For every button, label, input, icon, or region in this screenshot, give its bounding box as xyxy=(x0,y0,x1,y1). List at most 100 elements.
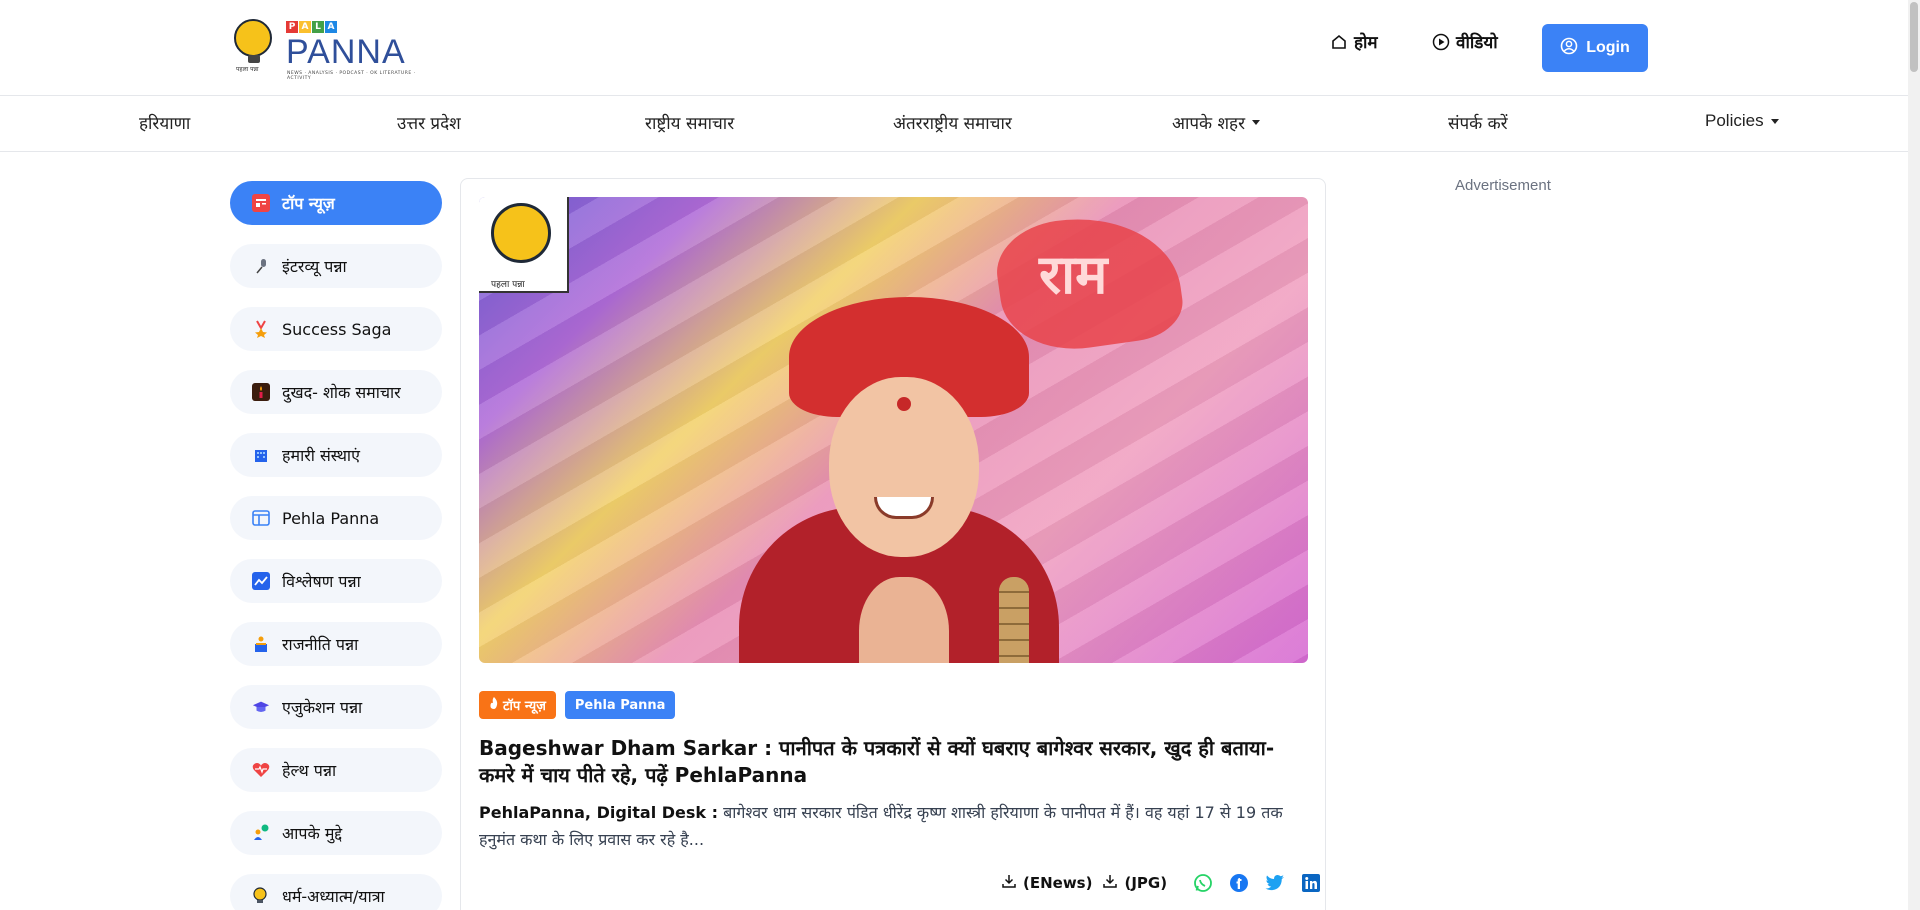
newspaper-icon xyxy=(252,194,270,212)
microphone-icon xyxy=(252,257,270,275)
nav-video-link[interactable]: वीडियो xyxy=(1432,30,1498,53)
fire-icon xyxy=(489,696,499,714)
category-contact[interactable]: संपर्क करें xyxy=(1448,111,1508,134)
article-hero-image[interactable]: राम पहला पन्ना xyxy=(479,197,1308,663)
sidebar-item-condolence-news[interactable]: दुखद- शोक समाचार xyxy=(230,370,442,414)
category-label: हरियाणा xyxy=(139,114,191,134)
download-jpg-label: (JPG) xyxy=(1124,874,1168,892)
layout-icon xyxy=(252,509,270,527)
sidebar-item-your-issues[interactable]: आपके मुद्दे xyxy=(230,811,442,855)
building-icon xyxy=(252,446,270,464)
play-circle-icon xyxy=(1432,33,1450,51)
page-scrollbar[interactable] xyxy=(1908,0,1920,910)
linkedin-icon[interactable] xyxy=(1301,873,1321,893)
sidebar-item-label: हेल्थ पन्ना xyxy=(282,761,337,780)
login-button[interactable]: Login xyxy=(1542,24,1648,72)
category-your-city-dropdown[interactable]: आपके शहर xyxy=(1172,111,1261,134)
category-label: संपर्क करें xyxy=(1448,114,1508,134)
lamp-icon xyxy=(252,887,270,905)
download-enews-label: (ENews) xyxy=(1023,874,1093,892)
tag-label: Pehla Panna xyxy=(574,697,666,713)
sidebar-item-politics[interactable]: राजनीति पन्ना xyxy=(230,622,442,666)
tag-pehla-panna[interactable]: Pehla Panna xyxy=(564,691,676,719)
logo-letter: P xyxy=(286,21,298,33)
sidebar-item-religion-travel[interactable]: धर्म-अध्यात्म/यात्रा xyxy=(230,874,442,910)
sidebar-item-our-institutions[interactable]: हमारी संस्थाएं xyxy=(230,433,442,477)
sidebar-item-label: राजनीति पन्ना xyxy=(282,635,359,654)
advertisement-label: Advertisement xyxy=(1455,177,1551,194)
article-actions: (ENews) (JPG) xyxy=(1001,873,1321,893)
tag-label: टॉप न्यूज़ xyxy=(503,699,546,714)
sidebar-item-education[interactable]: एजुकेशन पन्ना xyxy=(230,685,442,729)
bulb-icon xyxy=(491,203,551,263)
logo-letter: L xyxy=(312,21,324,33)
person-tilak xyxy=(897,397,911,411)
sidebar-item-pehla-panna[interactable]: Pehla Panna xyxy=(230,496,442,540)
login-label: Login xyxy=(1586,39,1630,56)
home-icon xyxy=(1330,33,1348,51)
tag-top-news[interactable]: टॉप न्यूज़ xyxy=(479,691,556,719)
category-international-news[interactable]: अंतरराष्ट्रीय समाचार xyxy=(893,111,1012,134)
person-beads xyxy=(999,577,1029,663)
hero-person xyxy=(709,257,1069,663)
nav-video-label: वीडियो xyxy=(1456,33,1498,53)
site-header: पहला पन्ना P A L A PANNA NEWS · ANALYSIS… xyxy=(0,0,1920,96)
nav-home-link[interactable]: होम xyxy=(1330,30,1378,53)
nav-home-label: होम xyxy=(1354,33,1378,53)
category-policies-dropdown[interactable]: Policies xyxy=(1705,111,1779,131)
sidebar-item-analysis[interactable]: विश्लेषण पन्ना xyxy=(230,559,442,603)
sidebar-item-label: आपके मुद्दे xyxy=(282,824,343,843)
sidebar-item-label: एजुकेशन पन्ना xyxy=(282,698,363,717)
article-summary: PehlaPanna, Digital Desk : बागेश्वर धाम … xyxy=(479,799,1309,853)
sidebar-item-interview[interactable]: इंटरव्यू पन्ना xyxy=(230,244,442,288)
download-icon xyxy=(1001,873,1017,893)
bulb-icon xyxy=(234,19,272,63)
category-label: अंतरराष्ट्रीय समाचार xyxy=(893,114,1012,134)
facebook-icon[interactable] xyxy=(1229,873,1249,893)
sidebar-item-success-saga[interactable]: Success Saga xyxy=(230,307,442,351)
candle-icon xyxy=(252,383,270,401)
sidebar-item-label: टॉप न्यूज़ xyxy=(282,194,335,213)
chart-icon xyxy=(252,572,270,590)
sidebar-item-label: दुखद- शोक समाचार xyxy=(282,383,401,402)
site-logo[interactable]: पहला पन्ना P A L A PANNA NEWS · ANALYSIS… xyxy=(230,15,420,81)
sidebar-item-label: Pehla Panna xyxy=(282,508,380,528)
sidebar-item-health[interactable]: हेल्थ पन्ना xyxy=(230,748,442,792)
sidebar-item-label: धर्म-अध्यात्म/यात्रा xyxy=(282,887,385,906)
logo-tagline: NEWS · ANALYSIS · PODCAST · OK LITERATUR… xyxy=(287,71,416,81)
logo-text: PANNA xyxy=(286,33,406,71)
download-icon xyxy=(1102,873,1118,893)
people-icon xyxy=(252,824,270,842)
sidebar-item-label: इंटरव्यू पन्ना xyxy=(282,257,347,276)
sidebar-item-top-news[interactable]: टॉप न्यूज़ xyxy=(230,181,442,225)
podium-icon xyxy=(252,635,270,653)
article-title[interactable]: Bageshwar Dham Sarkar : पानीपत के पत्रका… xyxy=(479,735,1309,789)
sidebar-item-label: Success Saga xyxy=(282,319,392,339)
caret-down-icon xyxy=(1770,118,1779,124)
article-byline: PehlaPanna, Digital Desk : xyxy=(479,803,719,822)
category-label: राष्ट्रीय समाचार xyxy=(645,114,735,134)
logo-small-text: पहला पन्ना xyxy=(236,66,259,73)
logo-letter: A xyxy=(299,21,311,33)
category-label: आपके शहर xyxy=(1172,114,1246,134)
scrollbar-thumb[interactable] xyxy=(1910,2,1918,72)
graduation-cap-icon xyxy=(252,698,270,716)
logo-letter: A xyxy=(325,21,337,33)
category-uttar-pradesh[interactable]: उत्तर प्रदेश xyxy=(397,111,461,134)
caret-down-icon xyxy=(1252,120,1261,125)
category-haryana[interactable]: हरियाणा xyxy=(139,111,190,134)
category-label: उत्तर प्रदेश xyxy=(397,114,461,134)
download-jpg-button[interactable]: (JPG) xyxy=(1102,873,1167,893)
twitter-icon[interactable] xyxy=(1265,873,1285,893)
category-national-news[interactable]: राष्ट्रीय समाचार xyxy=(645,111,734,134)
brand-badge: पहला पन्ना xyxy=(479,197,569,293)
article-card: राम पहला पन्ना टॉप न्यूज़ Pehla Panna Ba… xyxy=(460,178,1326,910)
whatsapp-icon[interactable] xyxy=(1193,873,1213,893)
heart-pulse-icon xyxy=(252,761,270,779)
category-label: Policies xyxy=(1705,111,1764,130)
badge-text: पहला पन्ना xyxy=(491,280,525,290)
category-sidebar: टॉप न्यूज़ इंटरव्यू पन्ना Success Saga द… xyxy=(230,181,442,910)
user-circle-icon xyxy=(1560,37,1578,60)
download-enews-button[interactable]: (ENews) xyxy=(1001,873,1092,893)
sidebar-item-label: विश्लेषण पन्ना xyxy=(282,572,361,591)
